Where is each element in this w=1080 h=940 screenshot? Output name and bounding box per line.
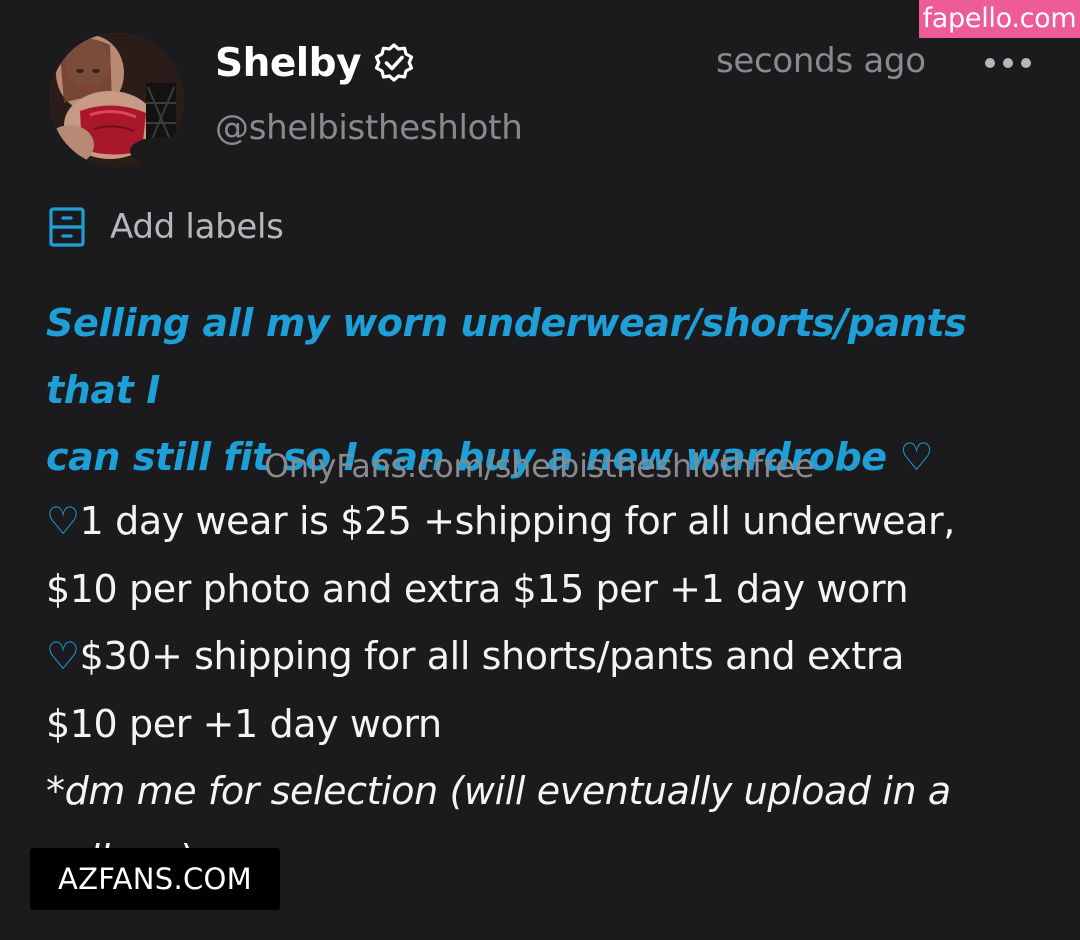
body-line-5: *dm me for selection (will eventually up… <box>46 769 951 813</box>
author-handle[interactable]: @shelbistheshloth <box>215 108 523 148</box>
heart-icon: ♡ <box>46 634 80 678</box>
body-line-1-text: 1 day wear is $25 +shipping for all unde… <box>79 499 956 543</box>
body-line-2: $10 per photo and extra $15 per +1 day w… <box>46 566 909 611</box>
body-line-4: $10 per +1 day worn <box>46 701 442 746</box>
labels-icon <box>48 206 86 248</box>
promo-link[interactable]: OnlyFans.com/shelbistheshlothfree <box>0 447 1079 485</box>
author-display-name[interactable]: Shelby <box>215 41 362 86</box>
watermark-azfans: AZFANS.COM <box>30 848 280 910</box>
body-line-1: ♡1 day wear is $25 +shipping for all und… <box>46 488 1056 556</box>
more-horizontal-icon <box>985 58 1031 68</box>
body-line-3-text: $30+ shipping for all shorts/pants and e… <box>79 634 905 678</box>
headline-line-1: Selling all my worn underwear/shorts/pan… <box>46 301 967 412</box>
author-name-row[interactable]: Shelby <box>215 38 415 88</box>
post-body: ♡1 day wear is $25 +shipping for all und… <box>46 488 1056 893</box>
add-labels-label: Add labels <box>110 207 284 247</box>
more-options-button[interactable] <box>982 50 1034 76</box>
watermark-fapello: fapello.com <box>919 0 1080 38</box>
post-screen: fapello.com Shelby @shelbistheshloth sec… <box>0 0 1080 940</box>
post-timestamp: seconds ago <box>716 41 926 81</box>
avatar-photo <box>50 33 184 167</box>
verified-badge-icon <box>373 42 415 84</box>
add-labels-button[interactable]: Add labels <box>48 203 284 251</box>
body-line-3: ♡$30+ shipping for all shorts/pants and … <box>46 623 1056 691</box>
heart-icon: ♡ <box>46 499 80 543</box>
avatar[interactable] <box>50 33 184 167</box>
